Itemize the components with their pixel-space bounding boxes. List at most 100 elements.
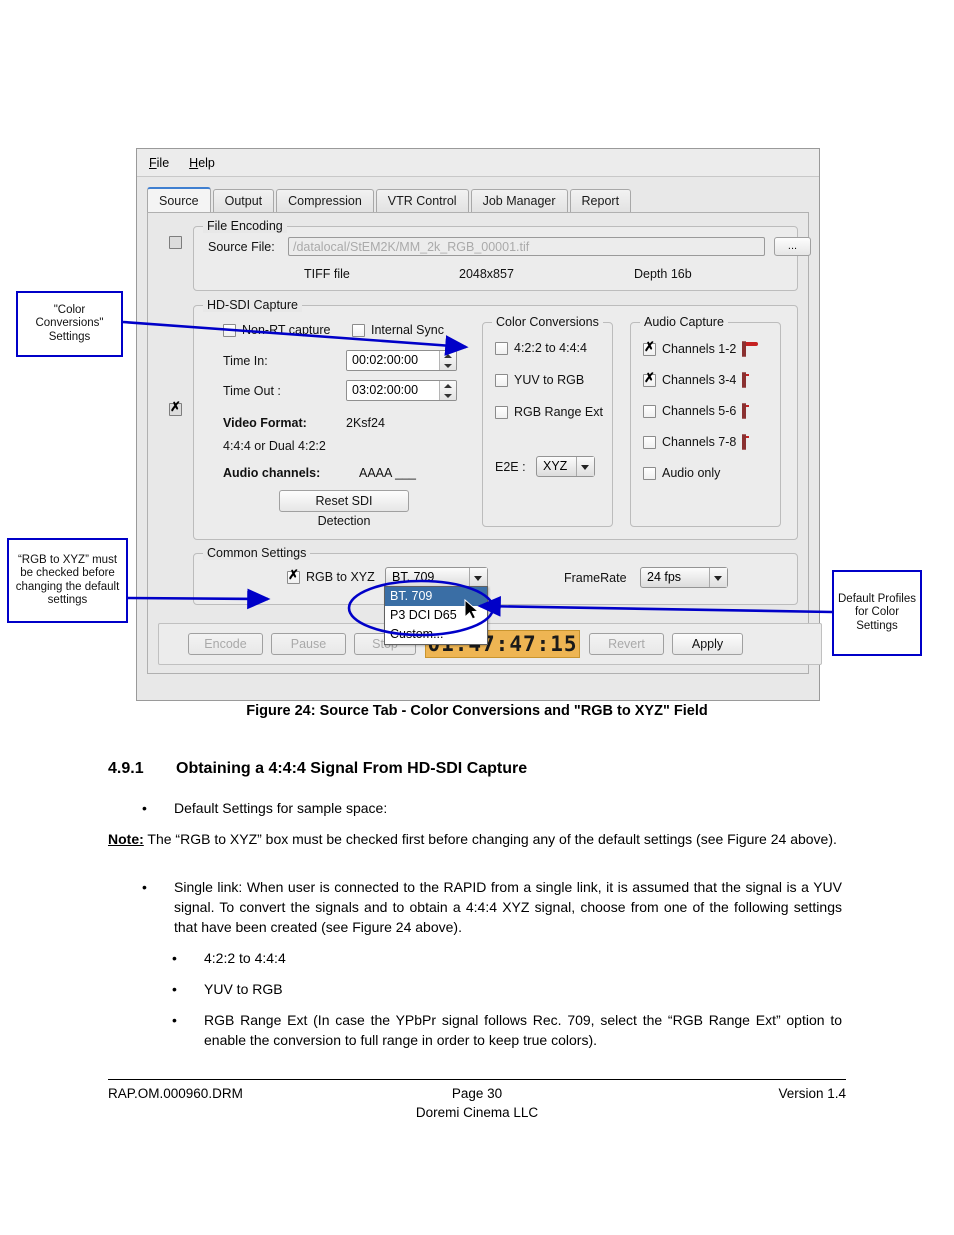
hdsdi-capture-group: HD-SDI Capture Non-RT capture Internal S… — [193, 298, 798, 540]
time-out-stepper[interactable] — [439, 381, 456, 400]
chevron-down-icon[interactable] — [709, 568, 727, 587]
framerate-combo[interactable]: 24 fps — [640, 567, 728, 588]
encode-button[interactable]: Encode — [188, 633, 263, 655]
note-paragraph: Note: The “RGB to XYZ” box must be check… — [108, 829, 846, 849]
conv-422-to-444-checkbox[interactable] — [495, 341, 508, 355]
dropdown-option-bt709[interactable]: BT. 709 — [385, 587, 487, 606]
footer-version: Version 1.4 — [778, 1086, 846, 1101]
time-out-down-icon[interactable] — [440, 391, 456, 401]
time-out-label: Time Out : — [223, 384, 281, 398]
note-label: Note: — [108, 831, 144, 847]
conv-yuv-to-rgb-row[interactable]: YUV to RGB — [495, 373, 584, 387]
channels-5-6-level-meter — [742, 403, 772, 419]
bullet-single-link: • Single link: When user is connected to… — [142, 877, 842, 937]
source-file-input[interactable]: /datalocal/StEM2K/MM_2k_RGB_00001.tif — [288, 237, 765, 256]
callout-default-profiles-text: Default Profiles for Color Settings — [838, 592, 916, 632]
channels-7-8-checkbox[interactable] — [643, 435, 656, 449]
time-out-spinner[interactable]: 03:02:00:00 — [346, 380, 457, 401]
internal-sync-checkbox[interactable] — [352, 323, 365, 337]
chevron-down-icon[interactable] — [576, 457, 594, 476]
time-out-up-icon[interactable] — [440, 381, 456, 391]
channels-3-4-checkbox[interactable] — [643, 371, 656, 387]
channels-1-2-checkbox[interactable] — [643, 340, 656, 356]
conv-yuv-to-rgb-checkbox[interactable] — [495, 373, 508, 387]
menu-item-help[interactable]: Help — [189, 156, 215, 170]
common-settings-title: Common Settings — [203, 546, 311, 560]
conv-rgb-range-ext-row[interactable]: RGB Range Ext — [495, 405, 603, 419]
chevron-down-icon[interactable] — [469, 568, 487, 587]
time-in-up-icon[interactable] — [440, 351, 456, 361]
menu-item-file[interactable]: FFileile — [149, 156, 169, 170]
tab-report[interactable]: Report — [569, 189, 632, 212]
time-in-value[interactable]: 00:02:00:00 — [347, 351, 439, 370]
conv-422-to-444-label: 4:2:2 to 4:4:4 — [514, 341, 587, 355]
audio-channels-label: Audio channels: — [223, 466, 321, 480]
source-tab-panel: File Encoding Source File: /datalocal/St… — [147, 212, 822, 674]
non-rt-capture-row[interactable]: Non-RT capture — [223, 323, 330, 337]
e2e-label: E2E : — [495, 460, 526, 474]
pause-button[interactable]: Pause — [271, 633, 346, 655]
channels-5-6-row[interactable]: Channels 5-6 — [643, 403, 772, 419]
file-encoding-enable-checkbox[interactable] — [169, 236, 182, 249]
framerate-label: FrameRate — [564, 571, 627, 585]
audio-only-label: Audio only — [662, 466, 721, 480]
conv-422-to-444-row[interactable]: 4:2:2 to 4:4:4 — [495, 341, 587, 355]
reset-sdi-detection-button[interactable]: Reset SDI Detection — [279, 490, 409, 528]
time-out-value[interactable]: 03:02:00:00 — [347, 381, 439, 400]
internal-sync-label: Internal Sync — [371, 323, 444, 337]
revert-button[interactable]: Revert — [589, 633, 664, 655]
channels-7-8-label: Channels 7-8 — [662, 435, 737, 449]
sub-bullet-yuv-to-rgb: • YUV to RGB — [172, 979, 832, 999]
tab-compression-label: Compression — [288, 194, 362, 208]
bullet-dot: • — [172, 981, 177, 997]
non-rt-capture-checkbox[interactable] — [223, 323, 236, 337]
tab-vtr-control[interactable]: VTR Control — [375, 189, 469, 212]
time-in-down-icon[interactable] — [440, 361, 456, 371]
rgb-to-xyz-checkbox[interactable] — [287, 568, 300, 584]
tab-compression[interactable]: Compression — [276, 189, 374, 212]
audio-only-row[interactable]: Audio only — [643, 466, 720, 480]
sub-bullet-rgb-range-ext-text: RGB Range Ext (In case the YPbPr signal … — [204, 1012, 842, 1048]
conv-rgb-range-ext-checkbox[interactable] — [495, 405, 508, 419]
source-file-label: Source File: — [208, 240, 275, 254]
color-profile-value: BT. 709 — [392, 570, 435, 584]
dropdown-option-p3-dci-d65[interactable]: P3 DCI D65 — [385, 606, 487, 625]
color-profile-dropdown-list[interactable]: BT. 709 P3 DCI D65 Custom... — [384, 586, 488, 645]
bullet-dot: • — [172, 950, 177, 966]
dropdown-option-custom[interactable]: Custom... — [385, 625, 487, 644]
channels-1-2-label: Channels 1-2 — [662, 342, 737, 356]
figure-caption: Figure 24: Source Tab - Color Conversion… — [246, 703, 708, 719]
tab-report-label: Report — [581, 194, 620, 208]
bullet-dot: • — [142, 800, 147, 816]
common-settings-group: Common Settings RGB to XYZ BT. 709 Frame… — [193, 546, 798, 605]
apply-button[interactable]: Apply — [672, 633, 743, 655]
bullet-default-settings: • Default Settings for sample space: — [142, 798, 842, 818]
hdsdi-capture-title: HD-SDI Capture — [203, 298, 302, 312]
channels-5-6-label: Channels 5-6 — [662, 404, 737, 418]
channels-3-4-row[interactable]: Channels 3-4 — [643, 371, 772, 388]
time-in-spinner[interactable]: 00:02:00:00 — [346, 350, 457, 371]
browse-button[interactable]: ... — [774, 237, 811, 256]
time-in-stepper[interactable] — [439, 351, 456, 370]
channels-5-6-checkbox[interactable] — [643, 404, 656, 418]
bullet-default-settings-text: Default Settings for sample space: — [174, 800, 388, 816]
tab-job-manager-label: Job Manager — [482, 194, 556, 208]
e2e-combo[interactable]: XYZ — [536, 456, 595, 477]
section-number: 4.9.1 — [108, 760, 144, 777]
color-profile-combo[interactable]: BT. 709 — [385, 567, 488, 588]
tab-output[interactable]: Output — [212, 189, 275, 212]
channels-7-8-row[interactable]: Channels 7-8 — [643, 434, 772, 450]
rgb-to-xyz-row[interactable]: RGB to XYZ — [287, 568, 375, 584]
callout-rgb-to-xyz: “RGB to XYZ” must be checked before chan… — [7, 538, 128, 623]
audio-only-checkbox[interactable] — [643, 466, 656, 480]
file-encoding-group: File Encoding Source File: /datalocal/St… — [193, 219, 811, 291]
channels-1-2-row[interactable]: Channels 1-2 — [643, 340, 772, 357]
internal-sync-row[interactable]: Internal Sync — [352, 323, 444, 337]
tab-source[interactable]: Source — [147, 187, 211, 212]
video-format-value: 2Ksf24 — [346, 416, 385, 430]
hdsdi-enable-checkbox[interactable] — [169, 400, 182, 416]
footer-company: Doremi Cinema LLC — [415, 1105, 539, 1120]
tab-job-manager[interactable]: Job Manager — [470, 189, 568, 212]
file-type-label: TIFF file — [304, 267, 350, 281]
tab-vtr-control-label: VTR Control — [387, 194, 457, 208]
